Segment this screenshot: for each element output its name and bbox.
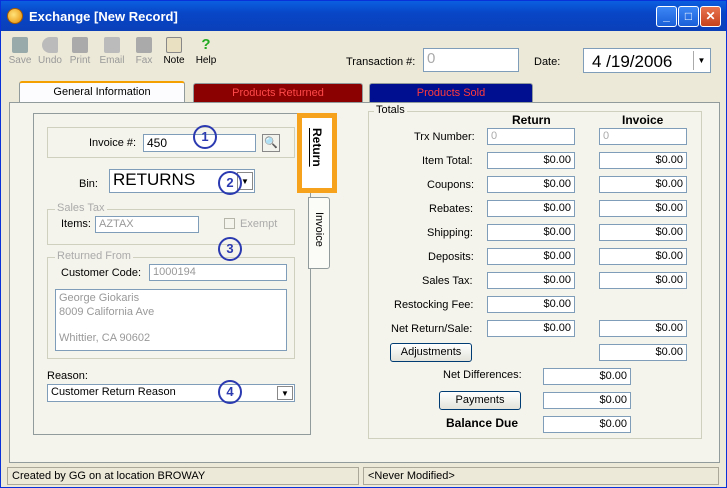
payments-value[interactable]: $0.00 xyxy=(543,392,631,409)
customer-code-label: Customer Code: xyxy=(61,267,142,279)
help-icon: ? xyxy=(201,36,211,53)
shipping-label: Shipping: xyxy=(427,227,473,239)
tab-products-sold[interactable]: Products Sold xyxy=(369,83,533,103)
shipping-return[interactable]: $0.00 xyxy=(487,224,575,241)
title-bar: Exchange [New Record] _ □ ✕ xyxy=(1,1,726,31)
side-tab-invoice[interactable]: Invoice xyxy=(308,197,330,269)
deposits-invoice[interactable]: $0.00 xyxy=(599,248,687,265)
rebates-label: Rebates: xyxy=(429,203,474,215)
fax-icon xyxy=(136,37,152,53)
annotation-1: 1 xyxy=(193,125,217,149)
sales-tax-return[interactable]: $0.00 xyxy=(487,272,575,289)
restocking-fee-return[interactable]: $0.00 xyxy=(487,296,575,313)
chevron-down-icon[interactable]: ▼ xyxy=(693,51,709,70)
shipping-invoice[interactable]: $0.00 xyxy=(599,224,687,241)
restocking-fee-label: Restocking Fee: xyxy=(394,299,474,311)
coupons-return[interactable]: $0.00 xyxy=(487,176,575,193)
items-input[interactable]: AZTAX xyxy=(95,216,199,233)
balance-due-value[interactable]: $0.00 xyxy=(543,416,631,433)
returned-from-group-label: Returned From xyxy=(55,250,133,262)
transaction-input[interactable]: 0 xyxy=(423,48,519,72)
net-return[interactable]: $0.00 xyxy=(487,320,575,337)
status-created: Created by GG on at location BROWAY xyxy=(7,467,359,485)
invoice-column-header: Invoice xyxy=(622,113,664,127)
note-icon xyxy=(166,37,182,53)
undo-icon xyxy=(42,37,58,53)
adjustments-invoice[interactable]: $0.00 xyxy=(599,344,687,361)
item-total-return[interactable]: $0.00 xyxy=(487,152,575,169)
adjustments-button[interactable]: Adjustments xyxy=(390,343,472,362)
coupons-invoice[interactable]: $0.00 xyxy=(599,176,687,193)
bin-label: Bin: xyxy=(79,178,98,190)
net-return-sale-label: Net Return/Sale: xyxy=(391,323,473,335)
app-icon xyxy=(7,8,23,24)
note-button[interactable]: Note xyxy=(159,35,189,66)
print-button[interactable]: Print xyxy=(65,35,95,66)
rebates-return[interactable]: $0.00 xyxy=(487,200,575,217)
side-tab-return[interactable]: Return xyxy=(297,113,337,193)
rebates-invoice[interactable]: $0.00 xyxy=(599,200,687,217)
save-icon xyxy=(12,37,28,53)
net-differences-label: Net Differences: xyxy=(443,369,522,381)
printer-icon xyxy=(72,37,88,53)
save-button[interactable]: Save xyxy=(5,35,35,66)
maximize-button[interactable]: □ xyxy=(678,6,699,27)
item-total-label: Item Total: xyxy=(422,155,473,167)
close-button[interactable]: ✕ xyxy=(700,6,721,27)
customer-code-input[interactable]: 1000194 xyxy=(149,264,287,281)
deposits-return[interactable]: $0.00 xyxy=(487,248,575,265)
totals-group-label: Totals xyxy=(374,104,407,116)
coupons-label: Coupons: xyxy=(427,179,475,191)
tab-products-returned[interactable]: Products Returned xyxy=(193,83,363,103)
return-column-header: Return xyxy=(512,113,551,127)
trx-return-input[interactable]: 0 xyxy=(487,128,575,145)
net-sale[interactable]: $0.00 xyxy=(599,320,687,337)
sales-tax-group-label: Sales Tax xyxy=(55,202,107,214)
sales-tax-invoice[interactable]: $0.00 xyxy=(599,272,687,289)
items-label: Items: xyxy=(61,218,91,230)
undo-button[interactable]: Undo xyxy=(35,35,65,66)
deposits-label: Deposits: xyxy=(428,251,474,263)
email-button[interactable]: Email xyxy=(97,35,127,66)
net-differences-value[interactable]: $0.00 xyxy=(543,368,631,385)
reason-select[interactable]: Customer Return Reason xyxy=(47,384,295,402)
tab-general-information[interactable]: General Information xyxy=(19,81,185,103)
help-button[interactable]: ? Help xyxy=(191,35,221,67)
email-icon xyxy=(104,37,120,53)
trx-number-label: Trx Number: xyxy=(414,131,475,143)
window-title: Exchange [New Record] xyxy=(29,9,178,24)
status-modified: <Never Modified> xyxy=(363,467,719,485)
trx-invoice-input[interactable]: 0 xyxy=(599,128,687,145)
date-picker[interactable]: 4 /19/2006 xyxy=(583,48,711,73)
item-total-invoice[interactable]: $0.00 xyxy=(599,152,687,169)
balance-due-label: Balance Due xyxy=(446,416,519,430)
invoice-label: Invoice #: xyxy=(89,137,137,149)
date-label: Date: xyxy=(534,56,561,68)
payments-button[interactable]: Payments xyxy=(439,391,521,410)
transaction-label: Transaction #: xyxy=(346,56,416,68)
exempt-label: Exempt xyxy=(240,218,278,230)
exempt-checkbox[interactable] xyxy=(224,218,235,229)
customer-address: George Giokaris 8009 California Ave Whit… xyxy=(55,289,287,351)
sales-tax-label: Sales Tax: xyxy=(422,275,473,287)
exchange-window: Exchange [New Record] _ □ ✕ Save Undo Pr… xyxy=(0,0,727,488)
annotation-2: 2 xyxy=(218,171,242,195)
minimize-button[interactable]: _ xyxy=(656,6,677,27)
fax-button[interactable]: Fax xyxy=(129,35,159,66)
annotation-4: 4 xyxy=(218,380,242,404)
search-icon[interactable]: 🔍 xyxy=(262,134,280,152)
reason-dropdown-icon[interactable]: ▼ xyxy=(277,386,293,400)
reason-label: Reason: xyxy=(47,370,88,382)
annotation-3: 3 xyxy=(218,237,242,261)
